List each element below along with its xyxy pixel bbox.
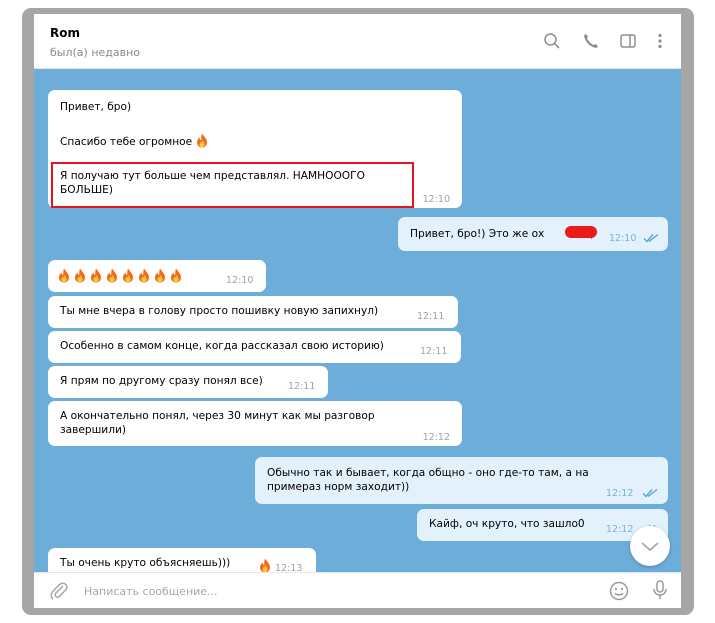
message-text: А окончательно понял, через 30 минут как… bbox=[60, 410, 375, 422]
fire-emoji-icon bbox=[259, 558, 271, 572]
fire-emoji-icon bbox=[90, 268, 102, 283]
fire-emoji-icon bbox=[138, 268, 150, 283]
chat-title[interactable]: Rom bbox=[50, 26, 80, 40]
fire-emoji-icon bbox=[154, 268, 166, 283]
microphone-icon[interactable] bbox=[649, 579, 671, 601]
message-text: Спасибо тебе огромное bbox=[60, 133, 208, 149]
message-bubble[interactable]: А окончательно понял, через 30 минут как… bbox=[48, 401, 462, 446]
message-bubble[interactable]: Я прям по другому сразу понял все) 12:11 bbox=[48, 366, 328, 398]
fire-emoji-icon bbox=[58, 268, 70, 283]
fire-emoji-row bbox=[58, 268, 182, 284]
screenshot-frame: Rom был(а) недавно Привет, бро) Спасибо … bbox=[22, 8, 694, 615]
chat-status: был(а) недавно bbox=[50, 46, 141, 59]
message-text: Привет, бро) bbox=[60, 101, 132, 113]
message-text: завершили) bbox=[60, 424, 126, 436]
more-vertical-icon[interactable] bbox=[650, 31, 670, 51]
emoji-icon[interactable] bbox=[608, 580, 630, 602]
message-time: 12:10 bbox=[609, 233, 637, 244]
message-text: Обычно так и бывает, когда общно - оно г… bbox=[267, 467, 589, 479]
fire-emoji-icon bbox=[122, 268, 134, 283]
attach-icon[interactable] bbox=[48, 580, 70, 602]
message-time: 12:13 bbox=[275, 563, 303, 572]
sidebar-toggle-icon[interactable] bbox=[618, 31, 638, 51]
message-text: Ты очень круто объясняешь))) bbox=[60, 557, 231, 569]
scroll-down-button[interactable] bbox=[630, 526, 670, 566]
chat-header: Rom был(а) недавно bbox=[34, 14, 681, 69]
read-checkmarks-icon bbox=[642, 488, 658, 498]
message-bubble[interactable]: Ты мне вчера в голову просто пошивку нов… bbox=[48, 296, 458, 328]
message-bubble[interactable]: 12:10 bbox=[48, 260, 266, 292]
read-checkmarks-icon bbox=[643, 233, 659, 243]
fire-emoji-icon bbox=[74, 268, 86, 283]
message-text: Я прям по другому сразу понял все) bbox=[60, 375, 263, 387]
chevron-down-icon bbox=[641, 542, 659, 552]
message-text: Особенно в самом конце, когда рассказал … bbox=[60, 340, 384, 352]
fire-emoji-icon bbox=[170, 268, 182, 283]
message-text: Кайф, оч круто, что зашло0 bbox=[429, 518, 585, 530]
message-time: 12:10 bbox=[226, 275, 254, 286]
fire-emoji-icon bbox=[106, 268, 118, 283]
message-time: 12:11 bbox=[417, 311, 445, 322]
chat-window: Rom был(а) недавно Привет, бро) Спасибо … bbox=[34, 14, 681, 608]
message-time: 12:11 bbox=[288, 381, 316, 392]
message-list[interactable]: Привет, бро) Спасибо тебе огромное Я пол… bbox=[34, 69, 681, 572]
phone-icon[interactable] bbox=[581, 31, 601, 51]
fire-emoji-icon bbox=[196, 133, 208, 148]
message-text: примераз норм заходит)) bbox=[267, 481, 410, 493]
message-time: 12:10 bbox=[422, 194, 450, 205]
message-input[interactable] bbox=[82, 578, 586, 604]
message-bubble[interactable]: Ты очень круто объясняешь))) 12:13 bbox=[48, 548, 316, 572]
message-time: 12:12 bbox=[422, 432, 450, 443]
search-icon[interactable] bbox=[542, 31, 562, 51]
message-bubble[interactable]: Привет, бро!) Это же охно!) 12:10 bbox=[398, 217, 668, 251]
message-bubble[interactable]: Обычно так и бывает, когда общно - оно г… bbox=[255, 457, 668, 504]
message-bubble[interactable]: Особенно в самом конце, когда рассказал … bbox=[48, 331, 461, 363]
red-highlight-box bbox=[51, 162, 414, 208]
message-bubble[interactable]: Привет, бро) Спасибо тебе огромное Я пол… bbox=[48, 90, 462, 208]
redaction-mark bbox=[565, 226, 597, 238]
message-time: 12:12 bbox=[606, 488, 634, 499]
message-composer bbox=[34, 572, 681, 608]
message-time: 12:11 bbox=[420, 346, 448, 357]
message-text: Ты мне вчера в голову просто пошивку нов… bbox=[60, 305, 379, 317]
